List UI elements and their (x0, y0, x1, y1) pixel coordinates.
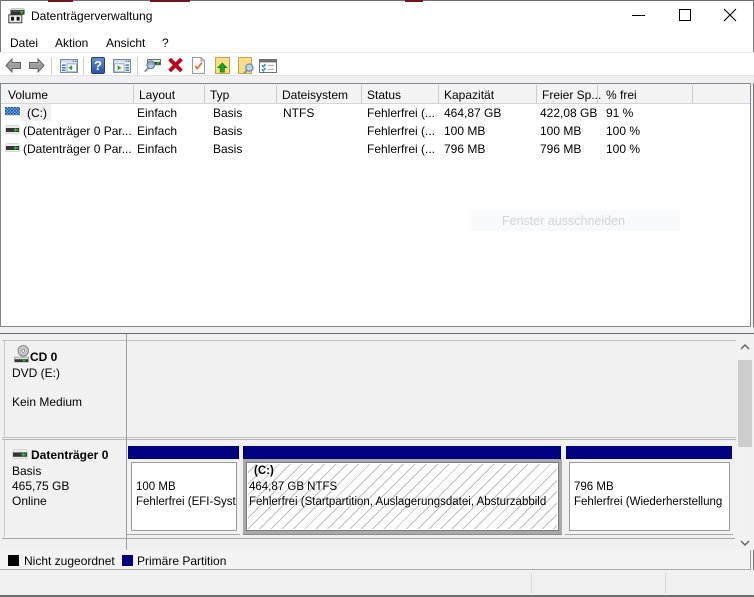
svg-text:?: ? (94, 58, 102, 73)
